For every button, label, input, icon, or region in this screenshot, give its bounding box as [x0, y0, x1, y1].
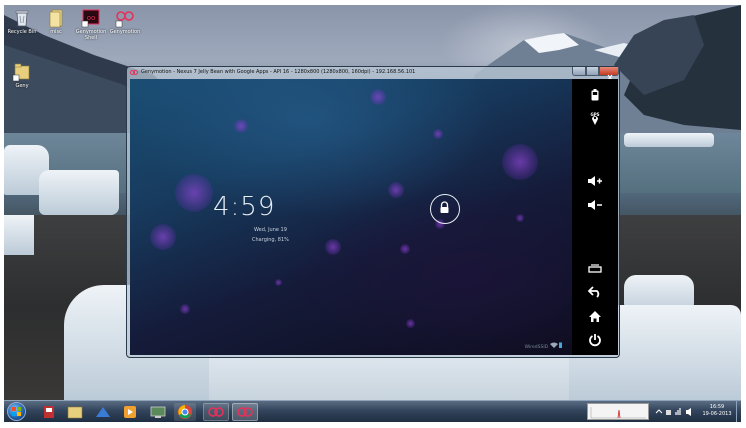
- bokeh-dot: [180, 304, 190, 314]
- ice-floe: [4, 215, 34, 255]
- desktop-icon-geny[interactable]: Geny: [5, 62, 39, 89]
- gps-label: GPS: [590, 112, 600, 117]
- back-button[interactable]: [572, 283, 618, 301]
- bokeh-dot: [325, 239, 341, 255]
- ice-floe: [39, 170, 119, 215]
- volume-up-button[interactable]: [572, 172, 618, 190]
- app-icon: [44, 406, 54, 418]
- power-icon: [589, 334, 601, 347]
- lock-icon: [440, 201, 449, 213]
- android-screen[interactable]: 4:59 Wed, June 19 Charging, 81% WiredSSI…: [130, 79, 572, 355]
- network-name: WiredSSID: [524, 345, 549, 350]
- taskbar-clock[interactable]: 16:59 19-06-2013: [702, 404, 732, 418]
- desktop-icon-label: Genymotion Shell: [75, 29, 107, 41]
- taskbar-remote-button[interactable]: [147, 403, 169, 421]
- genymotion-window[interactable]: Genymotion - Nexus 7 Jelly Bean with Goo…: [126, 66, 620, 358]
- taskbar-app-button[interactable]: [38, 403, 60, 421]
- taskbar-genymotion-button[interactable]: [203, 403, 229, 421]
- taskbar-network-button[interactable]: [92, 403, 114, 421]
- start-button[interactable]: [7, 402, 26, 421]
- desktop-icon-label: Genymotion: [109, 29, 141, 35]
- desktop-icon-genymotion[interactable]: Genymotion: [108, 8, 142, 35]
- genymotion-icon: [115, 8, 135, 28]
- bokeh-dot: [400, 244, 410, 254]
- bokeh-dot: [406, 319, 415, 328]
- bokeh-dot: [388, 182, 404, 198]
- clock-date: 19-06-2013: [702, 411, 732, 417]
- folder-icon: [12, 62, 32, 82]
- taskbar-explorer-button[interactable]: [64, 403, 86, 421]
- desktop-icon-recycle-bin[interactable]: Recycle Bin: [5, 8, 39, 35]
- volume-down-button[interactable]: [572, 196, 618, 214]
- taskbar-genymotion-shell-button[interactable]: [232, 403, 258, 421]
- charging-status: Charging, 81%: [252, 237, 289, 243]
- home-icon: [589, 310, 601, 322]
- bokeh-dot: [502, 144, 538, 180]
- taskbar-chrome-button[interactable]: [174, 403, 196, 421]
- ice-floe: [624, 133, 714, 147]
- desktop-icon-misc[interactable]: misc: [39, 8, 73, 35]
- battery-status-icon: [559, 342, 562, 348]
- desktop-icon-label: misc: [50, 29, 62, 35]
- minimize-button[interactable]: [572, 67, 586, 76]
- window-title: Genymotion - Nexus 7 Jelly Bean with Goo…: [141, 69, 416, 75]
- desktop-icon-label: Geny: [15, 83, 29, 89]
- chrome-icon: [178, 405, 192, 419]
- system-tray-icons[interactable]: [654, 407, 699, 417]
- power-button[interactable]: [572, 331, 618, 349]
- recent-apps-icon: [588, 264, 602, 273]
- bokeh-dot: [516, 214, 524, 222]
- bokeh-dot: [175, 174, 213, 212]
- remote-desktop-icon: [150, 406, 166, 418]
- clock-time: 16:59: [709, 404, 725, 410]
- desktop-icon-label: Recycle Bin: [7, 29, 37, 35]
- volume-up-icon: [588, 176, 602, 186]
- home-button[interactable]: [572, 307, 618, 325]
- genymotion-icon: [237, 407, 253, 417]
- lockscreen-clock: 4:59: [213, 192, 276, 222]
- bokeh-dot: [275, 279, 282, 286]
- bokeh-dot: [433, 129, 443, 139]
- bokeh-dot: [234, 119, 248, 133]
- cpu-meter-gadget[interactable]: [587, 403, 649, 420]
- battery-button[interactable]: [572, 86, 618, 104]
- recycle-bin-icon: [12, 8, 32, 28]
- lockscreen-date: Wed, June 19: [254, 227, 287, 233]
- genymotion-title-icon: [130, 70, 138, 75]
- battery-icon: [591, 89, 599, 101]
- bokeh-dot: [370, 89, 386, 105]
- windows-logo-icon: [12, 407, 21, 416]
- genymotion-sidebar: GPS: [572, 79, 618, 355]
- network-icon: [96, 407, 110, 417]
- genymotion-shell-icon: oo: [81, 8, 101, 28]
- network-status: WiredSSID: [525, 342, 562, 350]
- show-desktop-button[interactable]: [736, 401, 741, 422]
- folder-icon: [46, 8, 66, 28]
- taskbar: 16:59 19-06-2013: [4, 400, 741, 422]
- genymotion-icon: [208, 407, 224, 417]
- recent-apps-button[interactable]: [572, 259, 618, 277]
- close-button[interactable]: [599, 67, 619, 81]
- media-player-icon: [124, 406, 136, 418]
- cpu-graph-icon: [590, 407, 646, 419]
- volume-down-icon: [588, 200, 602, 210]
- unlock-button[interactable]: [430, 194, 460, 224]
- folder-icon: [67, 406, 83, 419]
- bokeh-dot: [150, 224, 176, 250]
- wifi-icon: [549, 342, 558, 348]
- back-icon: [588, 286, 600, 298]
- desktop-icon-genymotion-shell[interactable]: oo Genymotion Shell: [74, 8, 108, 41]
- taskbar-media-button[interactable]: [119, 403, 141, 421]
- gps-button[interactable]: [572, 108, 618, 126]
- maximize-button[interactable]: [586, 67, 599, 76]
